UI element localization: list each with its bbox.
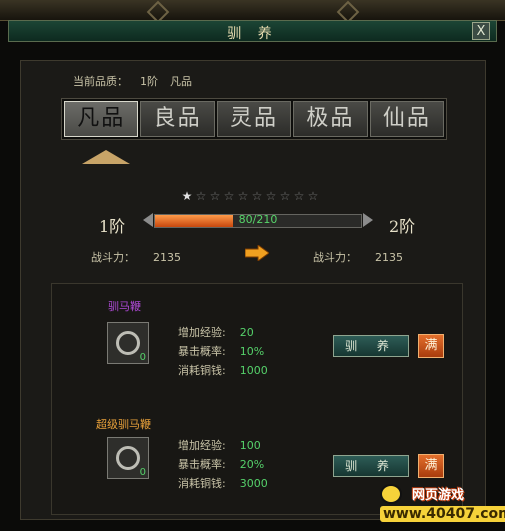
quality-tabs: 凡品 良品 灵品 极品 仙品 [61,98,447,140]
tab-xianpin[interactable]: 仙品 [369,101,445,137]
star-empty-icon: ☆ [265,189,277,203]
power-current: 2135 [153,251,181,264]
mascot-logo [380,484,402,504]
item-name: 驯马鞭 [108,300,141,313]
stat-exp: 增加经验: 20 [178,326,254,339]
item-count: 0 [139,352,146,363]
star-empty-icon: ☆ [251,189,263,203]
items-panel: 驯马鞭 0 增加经验: 20 暴击概率: 10% 消耗铜钱: 1000 驯 养 满 超… [51,283,463,515]
star-empty-icon: ☆ [223,189,235,203]
stat-crit: 暴击概率: 10% [178,345,265,358]
next-power: 战斗力： 2135 [313,249,403,265]
stat-cost: 消耗铜钱: 1000 [178,364,268,377]
next-level: 2阶 [389,217,416,236]
item-name: 超级驯马鞭 [96,418,151,431]
train-button[interactable]: 驯 养 [333,335,409,357]
quality-label: 当前品质： [73,75,128,88]
item-slot[interactable]: 0 [107,437,149,479]
title-bar: 驯 养 X [8,20,497,42]
item-count: 0 [139,467,146,478]
star-empty-icon: ☆ [307,189,319,203]
exp-text: 80/210 [238,213,278,226]
stat-exp: 增加经验: 100 [178,439,261,452]
whip-icon [116,331,140,355]
quality-name: 凡品 [170,75,192,88]
tab-liangpin[interactable]: 良品 [140,101,215,137]
star-filled-icon: ★ [181,189,193,203]
star-empty-icon: ☆ [237,189,249,203]
max-button[interactable]: 满 [418,334,444,358]
window-frame-top [0,0,505,24]
item-slot[interactable]: 0 [107,322,149,364]
close-button[interactable]: X [472,22,490,40]
current-power: 战斗力： 2135 [91,249,181,265]
watermark-text: 网页游戏 [412,488,465,503]
train-button[interactable]: 驯 养 [333,455,409,477]
power-label: 战斗力： [313,251,357,264]
current-quality: 当前品质： 1阶 凡品 [73,73,204,89]
max-button[interactable]: 满 [418,454,444,478]
train-panel: 当前品质： 1阶 凡品 凡品 良品 灵品 极品 仙品 ★ ☆ ☆ ☆ ☆ ☆ ☆ ☆ ☆ ☆ 1阶 8… [20,60,486,520]
power-next: 2135 [375,251,403,264]
tab-jipin[interactable]: 极品 [293,101,368,137]
current-level: 1阶 [99,217,126,236]
star-empty-icon: ☆ [293,189,305,203]
exp-progress-bar: 80/210 [143,211,373,229]
star-empty-icon: ☆ [209,189,221,203]
quality-level: 1阶 [140,75,158,88]
star-empty-icon: ☆ [279,189,291,203]
site-watermark: 网页游戏 www.40407.com [376,484,505,526]
stat-crit: 暴击概率: 20% [178,458,265,471]
star-empty-icon: ☆ [195,189,207,203]
stat-cost: 消耗铜钱: 3000 [178,477,268,490]
star-rating: ★ ☆ ☆ ☆ ☆ ☆ ☆ ☆ ☆ ☆ [181,189,319,203]
whip-icon [116,446,140,470]
tab-fanpin[interactable]: 凡品 [64,101,139,137]
tab-lingpin[interactable]: 灵品 [216,101,292,137]
selected-tab-indicator [82,150,130,164]
right-arrow-icon [245,245,269,261]
power-label: 战斗力： [91,251,135,264]
window-title: 驯 养 [227,26,278,42]
watermark-url: www.40407.com [380,506,505,522]
